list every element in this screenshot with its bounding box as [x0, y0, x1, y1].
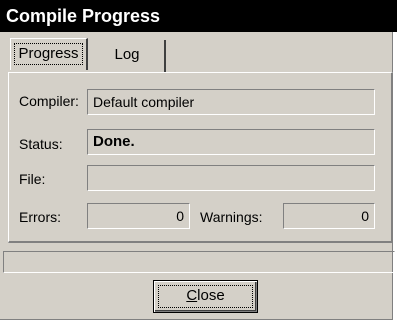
progress-panel: Compiler: Default compiler Status: Done.…: [8, 72, 393, 243]
compiler-field: Default compiler: [87, 89, 375, 115]
tab-progress-label: Progress: [14, 43, 83, 65]
close-button-accelerator: C: [186, 287, 198, 304]
close-button-label: Close: [186, 287, 224, 304]
tab-strip: Progress Log: [0, 34, 393, 72]
compile-progress-dialog: Compile Progress Progress Log Compiler: …: [0, 0, 397, 320]
errors-label: Errors:: [19, 209, 61, 225]
tab-log-label: Log: [114, 46, 140, 63]
tab-progress[interactable]: Progress: [10, 38, 88, 70]
status-label: Status:: [19, 136, 63, 152]
file-label: File:: [19, 171, 46, 187]
tab-log[interactable]: Log: [90, 40, 166, 72]
file-field: [87, 165, 375, 191]
warnings-label: Warnings:: [200, 209, 263, 225]
close-button-label-rest: lose: [197, 287, 225, 304]
errors-field: 0: [87, 203, 190, 229]
close-button[interactable]: Close: [153, 280, 258, 313]
status-bar: [3, 251, 395, 273]
status-field: Done.: [87, 129, 375, 155]
compiler-label: Compiler:: [19, 93, 79, 109]
warnings-field: 0: [283, 203, 375, 229]
window-title: Compile Progress: [0, 0, 397, 32]
